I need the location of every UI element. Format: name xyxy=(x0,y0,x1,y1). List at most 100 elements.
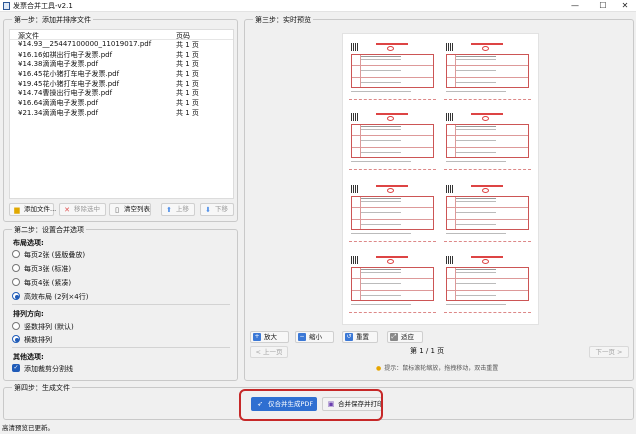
zoom-toolbar: + 放大 − 缩小 ↺ 重置 ⤢ 适应 xyxy=(250,331,630,343)
invoice-thumbnail xyxy=(444,182,531,242)
close-button[interactable]: ✕ xyxy=(612,0,636,12)
file-toolbar: ▆ 添加文件... ✕ 移除选中 ▯ 清空列表 ⬆ 上移 ⬇ 下移 xyxy=(9,203,234,217)
radio-dot xyxy=(12,322,20,330)
file-list[interactable]: 源文件 页码 ¥14.93__25447100000_11019017.pdf 共… xyxy=(9,29,234,199)
list-item[interactable]: ¥14.93__25447100000_11019017.pdf 共 1 页 xyxy=(10,40,233,50)
file-pages: 共 1 页 xyxy=(176,41,199,49)
order-label: 排列方向: xyxy=(13,310,44,318)
file-name: ¥19.45花小猪打车电子发票.pdf xyxy=(18,79,120,88)
list-item[interactable]: ¥14.74曹操出行电子发票.pdf 共 1 页 xyxy=(10,88,233,98)
radio-dot xyxy=(12,264,20,272)
radio-dot xyxy=(12,278,20,286)
move-up-button[interactable]: ⬆ 上移 xyxy=(161,203,195,216)
reset-label: 重置 xyxy=(356,333,369,341)
fit-icon: ⤢ xyxy=(390,333,398,341)
file-pages: 共 1 页 xyxy=(176,99,199,108)
divider xyxy=(12,347,230,348)
file-pages: 共 1 页 xyxy=(176,89,199,98)
step2-group: 第二步：设置合并选项 布局选项: 每页2张 (竖版叠放) 每页3张 (标准) 每… xyxy=(3,225,238,381)
move-down-label: 下移 xyxy=(215,205,228,213)
arrow-down-icon: ⬇ xyxy=(205,206,211,214)
step3-title: 第三步：实时预览 xyxy=(253,15,313,25)
file-name: ¥21.34滴滴电子发票.pdf xyxy=(18,108,99,117)
fit-button[interactable]: ⤢ 适应 xyxy=(387,331,423,343)
list-item[interactable]: ¥16.16如祺出行电子发票.pdf 共 1 页 xyxy=(10,50,233,60)
list-item[interactable]: ¥21.34滴滴电子发票.pdf 共 1 页 xyxy=(10,108,233,118)
radio-dot xyxy=(12,292,20,300)
file-name: ¥14.74曹操出行电子发票.pdf xyxy=(18,89,113,98)
file-list-header: 源文件 页码 xyxy=(10,30,233,40)
minimize-button[interactable]: — xyxy=(562,0,588,12)
invoice-thumbnail xyxy=(349,110,436,170)
file-pages: 共 1 页 xyxy=(176,108,199,117)
arrow-up-icon: ⬆ xyxy=(166,206,172,214)
list-item[interactable]: ¥14.38滴滴电子发票.pdf 共 1 页 xyxy=(10,59,233,69)
invoice-thumbnail xyxy=(349,182,436,242)
step4-title: 第四步：生成文件 xyxy=(12,383,72,393)
radio-dot xyxy=(12,250,20,258)
file-name: ¥16.64滴滴电子发票.pdf xyxy=(18,99,99,108)
zoom-out-icon: − xyxy=(298,333,306,341)
zoom-out-label: 缩小 xyxy=(309,333,322,341)
step1-group: 第一步：添加并排序文件 源文件 页码 ¥14.93__25447100000_1… xyxy=(3,15,238,222)
radio-label: 横数排列 xyxy=(24,336,52,344)
list-item[interactable]: ¥16.64滴滴电子发票.pdf 共 1 页 xyxy=(10,98,233,108)
invoice-thumbnail xyxy=(444,110,531,170)
reset-button[interactable]: ↺ 重置 xyxy=(342,331,378,343)
file-name: ¥14.38滴滴电子发票.pdf xyxy=(18,60,99,69)
zoom-in-label: 放大 xyxy=(264,333,277,341)
zoom-in-button[interactable]: + 放大 xyxy=(250,331,289,343)
file-pages: 共 1 页 xyxy=(176,50,199,59)
usage-hint: ● 提示：鼠标滚轮缩放，拖拽移动，双击重置 xyxy=(376,363,498,372)
status-bar: 高清预览已更新。 xyxy=(2,424,54,432)
radio-label: 每页2张 (竖版叠放) xyxy=(24,251,86,259)
remove-selected-label: 移除选中 xyxy=(74,205,100,213)
remove-selected-button[interactable]: ✕ 移除选中 xyxy=(59,203,106,216)
preview-canvas[interactable] xyxy=(342,33,539,325)
radio-label: 每页4张 (紧凑) xyxy=(24,279,72,287)
radio-label: 高效布局 (2列×4行) xyxy=(24,293,89,301)
check-icon: ✓ xyxy=(12,364,20,372)
layout-options-label: 布局选项: xyxy=(13,239,44,247)
add-files-label: 添加文件... xyxy=(24,205,57,213)
invoice-thumbnail xyxy=(349,253,436,313)
trash-icon: ▯ xyxy=(115,206,119,214)
window-title: 发票合并工具-v2.1 xyxy=(13,2,73,10)
app-icon xyxy=(3,2,10,10)
file-name: ¥16.45花小猪打车电子发票.pdf xyxy=(18,70,120,79)
folder-icon: ▆ xyxy=(14,206,20,214)
zoom-out-button[interactable]: − 缩小 xyxy=(295,331,334,343)
list-item[interactable]: ¥19.45花小猪打车电子发票.pdf 共 1 页 xyxy=(10,79,233,89)
move-down-button[interactable]: ⬇ 下移 xyxy=(200,203,234,216)
file-pages: 共 1 页 xyxy=(176,79,199,88)
file-pages: 共 1 页 xyxy=(176,60,199,69)
clear-list-button[interactable]: ▯ 清空列表 xyxy=(109,203,151,216)
highlight-annotation xyxy=(239,389,383,421)
hint-text: 提示：鼠标滚轮缩放，拖拽移动，双击重置 xyxy=(384,365,499,372)
invoice-thumbnail xyxy=(349,40,436,100)
radio-label: 竖数排列 (默认) xyxy=(24,323,74,331)
invoice-thumbnail xyxy=(444,253,531,313)
radio-dot xyxy=(12,335,20,343)
radio-label: 每页3张 (标准) xyxy=(24,265,72,273)
step2-title: 第二步：设置合并选项 xyxy=(12,225,86,235)
next-page-button[interactable]: 下一页 > xyxy=(589,346,629,358)
step1-title: 第一步：添加并排序文件 xyxy=(12,15,93,25)
invoice-thumbnail xyxy=(444,40,531,100)
other-options-label: 其他选项: xyxy=(13,353,44,361)
step3-group: 第三步：实时预览 + 放大 − 缩小 ↺ 重置 ⤢ 适应 < 上一页 第 1 / 1 页… xyxy=(244,15,634,381)
page-indicator: 第 1 / 1 页 xyxy=(410,347,445,355)
move-up-label: 上移 xyxy=(176,205,189,213)
checkbox-label: 添加裁剪分割线 xyxy=(24,365,73,373)
x-icon: ✕ xyxy=(64,206,70,214)
list-item[interactable]: ¥16.45花小猪打车电子发票.pdf 共 1 页 xyxy=(10,69,233,79)
title-bar: 发票合并工具-v2.1 — ☐ ✕ xyxy=(0,0,636,12)
reset-icon: ↺ xyxy=(345,333,353,341)
fit-label: 适应 xyxy=(401,333,414,341)
add-files-button[interactable]: ▆ 添加文件... xyxy=(9,203,57,216)
file-pages: 共 1 页 xyxy=(176,70,199,79)
clear-list-label: 清空列表 xyxy=(124,205,150,213)
lightbulb-icon: ● xyxy=(376,365,382,372)
prev-page-button[interactable]: < 上一页 xyxy=(250,346,288,358)
divider xyxy=(12,304,230,305)
